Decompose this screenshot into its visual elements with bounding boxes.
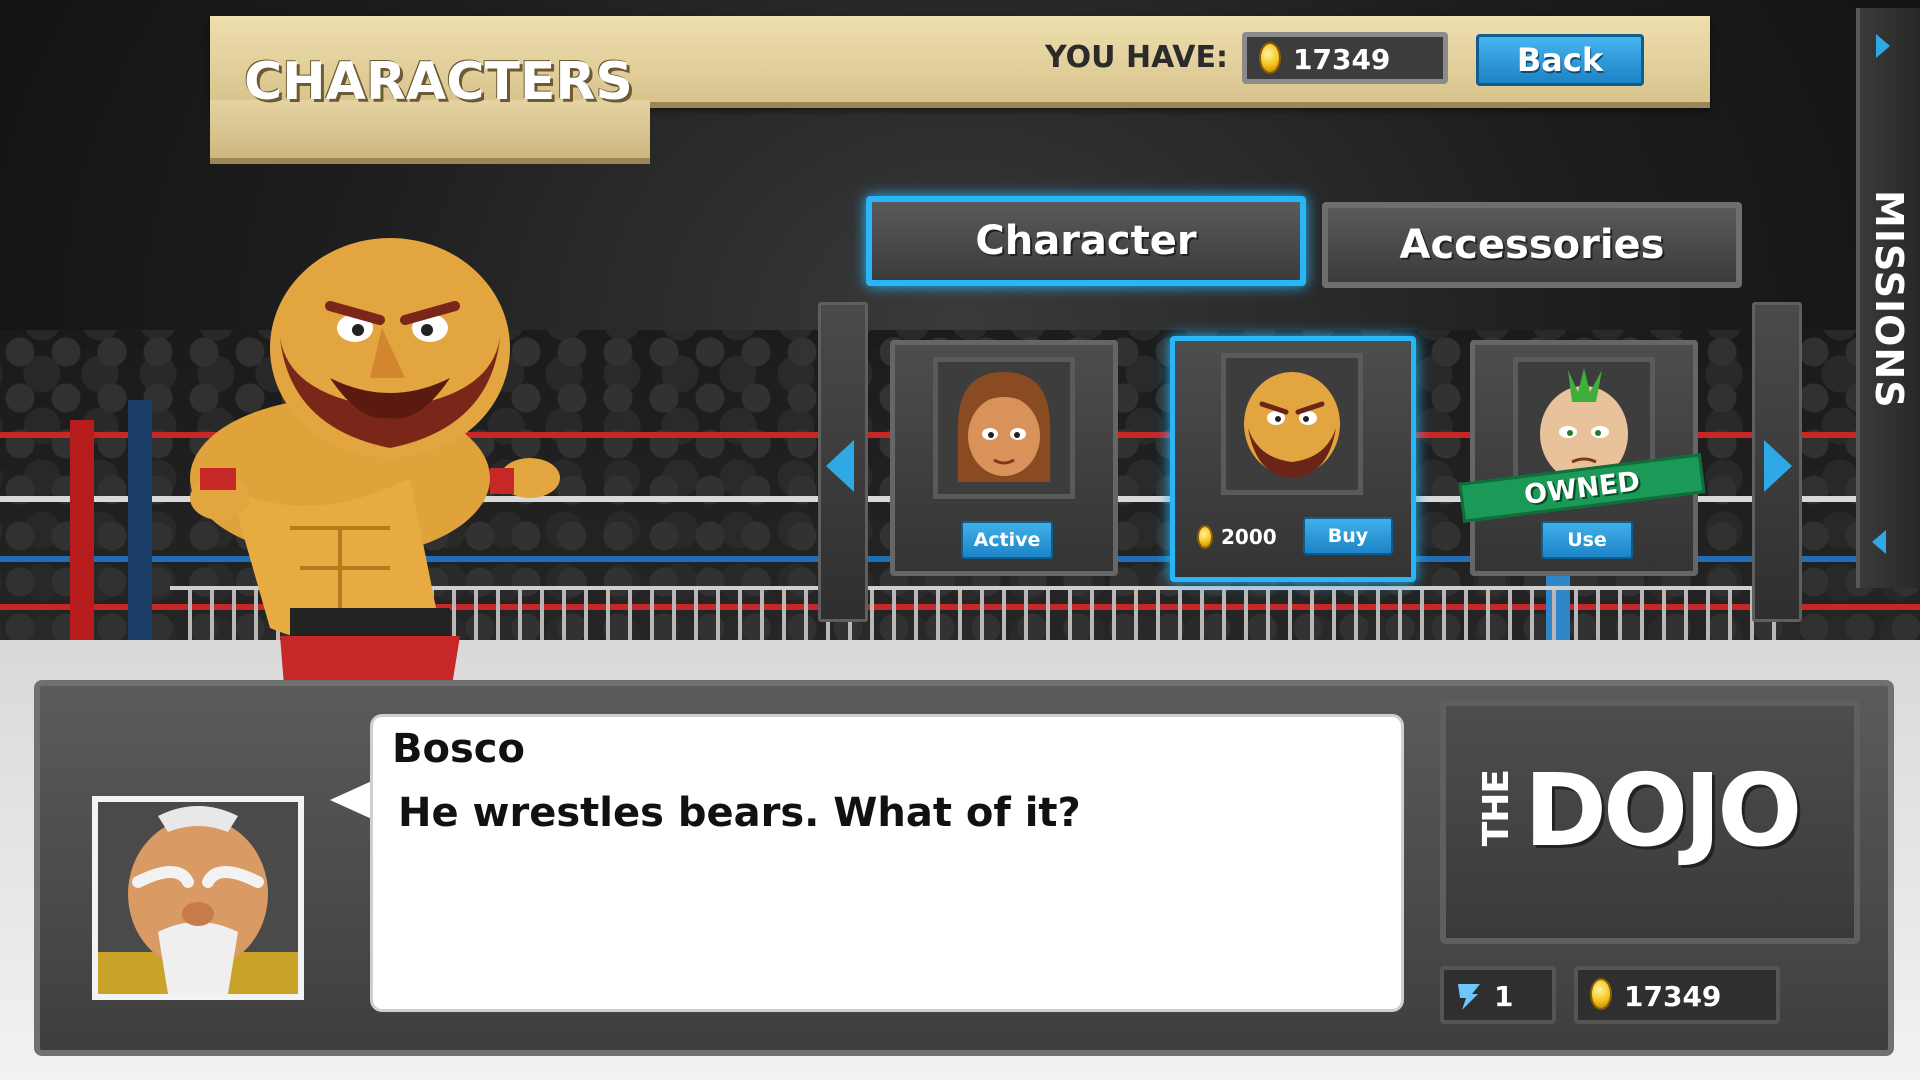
speech-bubble-tail xyxy=(330,780,374,820)
buy-button[interactable]: Buy xyxy=(1303,517,1393,555)
tab-character[interactable]: Character xyxy=(866,196,1306,286)
dialog-text: He wrestles bears. What of it? xyxy=(398,790,1081,836)
speech-bubble xyxy=(370,714,1404,1012)
character-card-bosco[interactable]: 2000 Buy xyxy=(1170,336,1416,582)
carousel-next-arrow-icon[interactable] xyxy=(1764,440,1792,492)
missions-label: MISSIONS xyxy=(1867,190,1911,409)
price-coin-icon xyxy=(1197,525,1213,549)
portrait-bosco xyxy=(1221,353,1363,495)
bosco-price: 2000 xyxy=(1221,525,1277,549)
logo-the: THE xyxy=(1476,770,1517,847)
ring-post-left xyxy=(70,420,94,660)
bosco-face xyxy=(1226,358,1358,490)
sensei-face xyxy=(98,802,298,994)
carousel-prev-arrow-icon[interactable] xyxy=(826,440,854,492)
wrestler-character xyxy=(190,238,560,728)
active-button[interactable]: Active xyxy=(961,521,1053,559)
stats-coin-count: 17349 xyxy=(1624,980,1722,1013)
tab-accessories[interactable]: Accessories xyxy=(1322,202,1742,288)
energy-icon xyxy=(1458,984,1480,1010)
page-title: CHARACTERS xyxy=(244,52,633,112)
you-have-label: YOU HAVE: xyxy=(1045,40,1228,75)
logo-dojo: DOJO xyxy=(1524,752,1802,869)
missions-arrow-right-icon[interactable] xyxy=(1876,34,1890,58)
sensei-portrait xyxy=(98,802,298,994)
portrait-girl xyxy=(933,357,1075,499)
coin-icon xyxy=(1259,42,1281,74)
coin-balance-box: 17349 xyxy=(1242,32,1448,84)
stats-coin-icon xyxy=(1590,978,1612,1010)
missions-arrow-left-icon[interactable] xyxy=(1872,530,1886,554)
energy-count: 1 xyxy=(1494,980,1514,1013)
energy-box: 1 xyxy=(1440,966,1556,1024)
speaker-name: Bosco xyxy=(392,726,525,772)
sensei-portrait-frame xyxy=(92,796,304,1000)
ring-post-blue xyxy=(128,400,152,650)
use-button[interactable]: Use xyxy=(1541,521,1633,559)
coin-balance: 17349 xyxy=(1293,43,1391,76)
coins-box: 17349 xyxy=(1574,966,1780,1024)
back-button[interactable]: Back xyxy=(1476,34,1644,86)
girl-face xyxy=(938,362,1070,494)
character-card-girl[interactable]: Active xyxy=(890,340,1118,576)
